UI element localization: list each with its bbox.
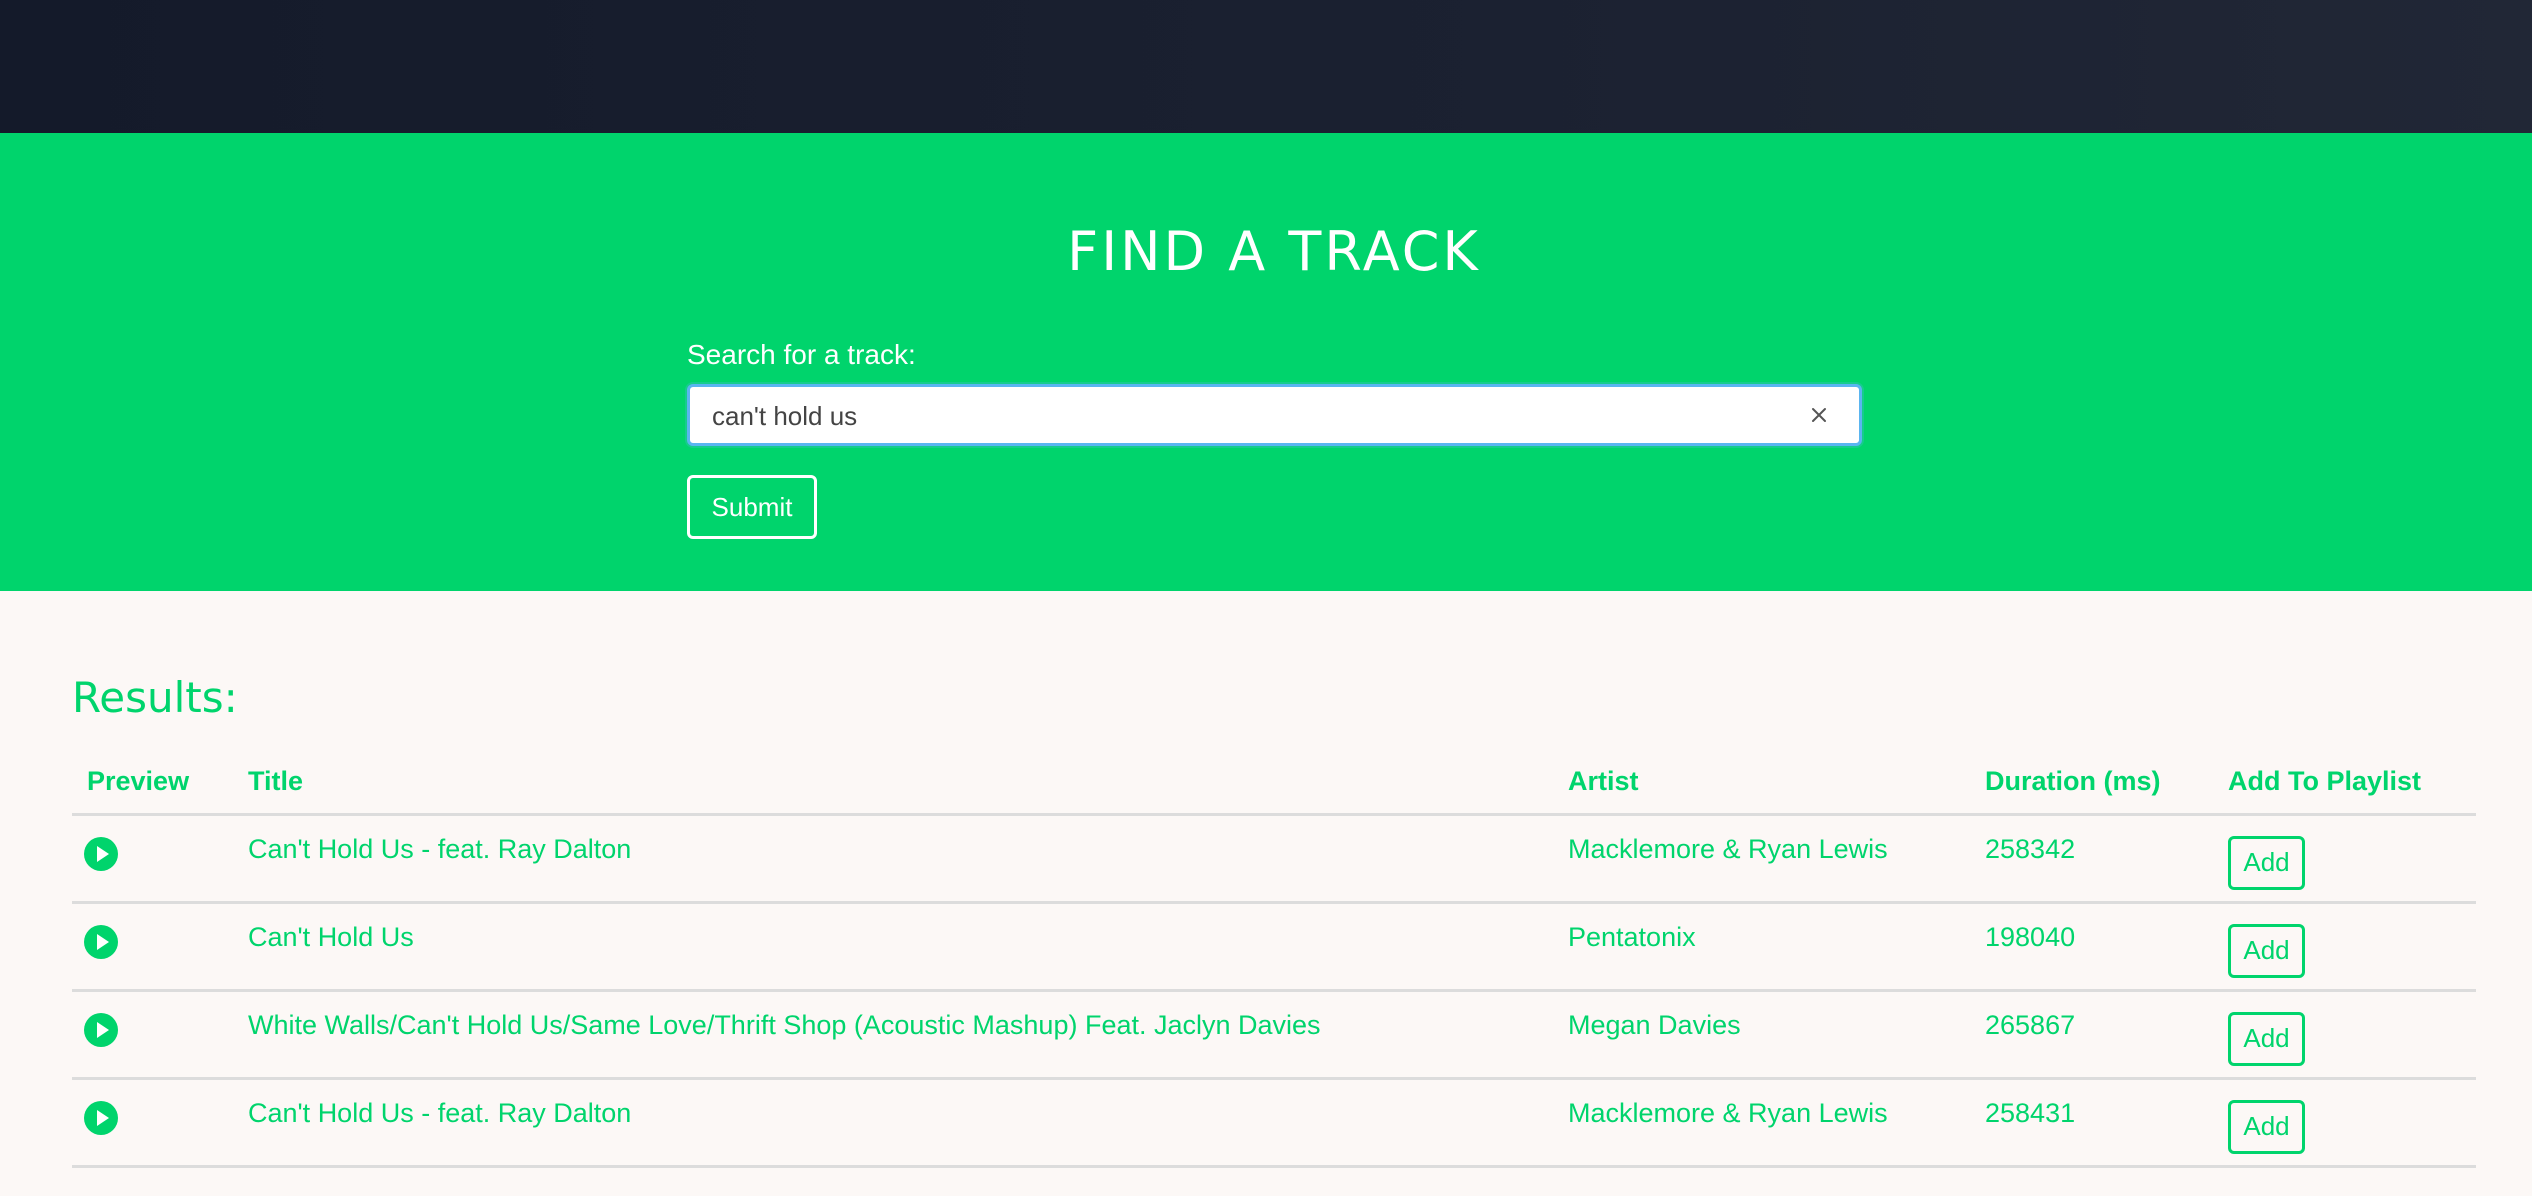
preview-cell bbox=[72, 902, 233, 992]
results-table: Preview Title Artist Duration (ms) Add T… bbox=[72, 750, 2476, 1168]
submit-button[interactable]: Submit bbox=[687, 475, 817, 539]
column-header-title: Title bbox=[233, 750, 1553, 816]
column-header-add-to-playlist: Add To Playlist bbox=[2213, 750, 2476, 816]
preview-cell bbox=[72, 990, 233, 1080]
add-cell: Add bbox=[2213, 990, 2476, 1080]
track-title: White Walls/Can't Hold Us/Same Love/Thri… bbox=[233, 990, 1553, 1080]
table-row: Can't Hold Us - feat. Ray Dalton Macklem… bbox=[72, 814, 2476, 904]
table-header-row: Preview Title Artist Duration (ms) Add T… bbox=[72, 750, 2476, 816]
table-row: Can't Hold Us - feat. Ray Dalton Macklem… bbox=[72, 1078, 2476, 1168]
track-artist: Macklemore & Ryan Lewis bbox=[1553, 1078, 1970, 1168]
add-cell: Add bbox=[2213, 902, 2476, 992]
play-circle-icon[interactable] bbox=[83, 836, 119, 872]
column-header-artist: Artist bbox=[1553, 750, 1970, 816]
add-to-playlist-button[interactable]: Add bbox=[2228, 835, 2305, 890]
close-icon[interactable] bbox=[1807, 403, 1831, 427]
add-cell: Add bbox=[2213, 1078, 2476, 1168]
column-header-duration: Duration (ms) bbox=[1970, 750, 2213, 816]
track-duration: 198040 bbox=[1970, 902, 2213, 992]
page-title: FIND A TRACK bbox=[1067, 220, 1481, 283]
play-circle-icon[interactable] bbox=[83, 1012, 119, 1048]
track-title: Can't Hold Us - feat. Ray Dalton bbox=[233, 1078, 1553, 1168]
search-hero: FIND A TRACK Search for a track: Submit bbox=[0, 133, 2532, 591]
track-duration: 265867 bbox=[1970, 990, 2213, 1080]
search-box[interactable] bbox=[687, 384, 1862, 446]
preview-cell bbox=[72, 814, 233, 904]
track-artist: Macklemore & Ryan Lewis bbox=[1553, 814, 1970, 904]
play-circle-icon[interactable] bbox=[83, 1100, 119, 1136]
track-artist: Megan Davies bbox=[1553, 990, 1970, 1080]
play-circle-icon[interactable] bbox=[83, 924, 119, 960]
preview-cell bbox=[72, 1078, 233, 1168]
table-row: Can't Hold Us Pentatonix 198040 Add bbox=[72, 902, 2476, 992]
top-navbar bbox=[0, 0, 2532, 133]
add-to-playlist-button[interactable]: Add bbox=[2228, 1099, 2305, 1154]
track-duration: 258431 bbox=[1970, 1078, 2213, 1168]
table-row: White Walls/Can't Hold Us/Same Love/Thri… bbox=[72, 990, 2476, 1080]
results-heading: Results: bbox=[72, 673, 238, 722]
track-title: Can't Hold Us bbox=[233, 902, 1553, 992]
add-cell: Add bbox=[2213, 814, 2476, 904]
search-input[interactable] bbox=[712, 397, 1762, 435]
track-title: Can't Hold Us - feat. Ray Dalton bbox=[233, 814, 1553, 904]
search-label: Search for a track: bbox=[687, 339, 916, 370]
column-header-preview: Preview bbox=[72, 750, 233, 816]
add-to-playlist-button[interactable]: Add bbox=[2228, 923, 2305, 978]
add-to-playlist-button[interactable]: Add bbox=[2228, 1011, 2305, 1066]
track-duration: 258342 bbox=[1970, 814, 2213, 904]
track-artist: Pentatonix bbox=[1553, 902, 1970, 992]
